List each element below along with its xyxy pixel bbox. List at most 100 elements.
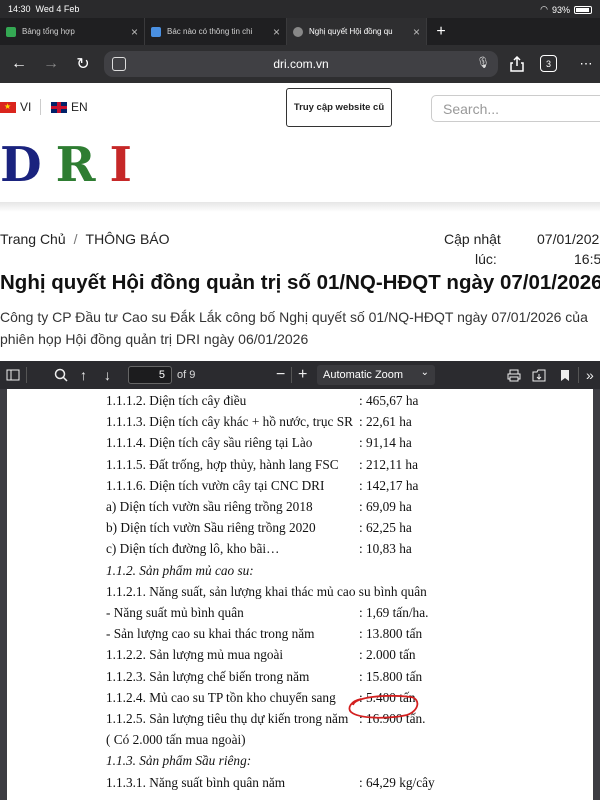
pdf-line-value: : 62,25 ha: [359, 520, 412, 536]
battery-icon: [574, 5, 592, 14]
print-icon[interactable]: [507, 367, 521, 383]
search-input[interactable]: Search...: [431, 95, 600, 122]
zoom-select-value: Automatic Zoom: [323, 369, 404, 381]
pdf-line-value: : 13.800 tấn: [359, 626, 423, 642]
close-tab-icon[interactable]: ×: [273, 25, 280, 39]
back-arrow-icon[interactable]: ←: [8, 54, 30, 74]
old-website-button[interactable]: Truy cập website cũ: [286, 88, 392, 127]
pdf-toolbar-divider: [578, 367, 579, 383]
wifi-icon: ◠: [540, 4, 548, 14]
pdf-line-value: : 91,14 ha: [359, 435, 412, 451]
site-settings-icon[interactable]: [112, 57, 126, 71]
zoom-select[interactable]: Automatic Zoom ⌄: [317, 365, 435, 385]
pdf-line-label: 1.1.2. Sản phẩm mủ cao su:: [106, 562, 254, 578]
article-summary: Công ty CP Đầu tư Cao su Đắk Lắk công bố…: [0, 309, 588, 347]
tab-count-button[interactable]: 3: [540, 55, 557, 72]
pdf-line-label: - Sản lượng cao su khai thác trong năm: [106, 626, 315, 642]
handwritten-circle-annotation: [348, 694, 419, 719]
page-count: of 9: [177, 369, 196, 381]
uk-flag-icon: [51, 101, 67, 113]
tab-label: Nghị quyết Hội đồng qu: [309, 27, 393, 36]
pdf-line-label: b) Diện tích vườn Sầu riêng trồng 2020: [106, 520, 316, 536]
logo-letter-i: I: [109, 137, 146, 193]
previous-page-icon[interactable]: ↑: [80, 367, 87, 383]
breadcrumb-current[interactable]: THÔNG BÁO: [86, 231, 170, 247]
vietnam-flag-icon: [0, 101, 16, 113]
pdf-line-label: 1.1.3. Sản phẩm Sầu riêng:: [106, 753, 252, 769]
save-icon[interactable]: [532, 367, 546, 383]
tab-favicon-icon: [6, 26, 16, 37]
status-time: 14:30 Wed 4 Feb: [8, 4, 80, 14]
lang-en[interactable]: EN: [51, 100, 88, 114]
pdf-line-label: ( Có 2.000 tấn mua ngoài): [106, 732, 246, 748]
pdf-line-label: 1.1.1.2. Diện tích cây điều: [106, 393, 247, 408]
pdf-line-value: : 10,83 ha: [359, 541, 412, 557]
share-icon[interactable]: [506, 54, 528, 74]
pdf-line-value: : 142,17 ha: [359, 477, 419, 493]
tab-favicon-icon: [151, 26, 161, 37]
browser-tab[interactable]: Bác nào có thông tin chi ×: [145, 18, 287, 45]
pdf-line-label: 1.1.2.5. Sản lượng tiêu thụ dự kiến tron…: [106, 711, 349, 726]
article-title: Nghị quyết Hội đồng quản trị số 01/NQ-HĐ…: [0, 271, 600, 294]
pdf-line-label: 1.1.1.3. Diện tích cây khác + hồ nước, t…: [106, 414, 353, 430]
pdf-line-value: : 465,67 ha: [359, 393, 419, 408]
pdf-line-label: - Năng suất mủ bình quân: [106, 605, 244, 620]
more-menu-icon[interactable]: ⋯: [575, 54, 597, 74]
find-search-icon[interactable]: [54, 367, 68, 383]
pdf-toolbar: ↑ ↓ of 9 − + Automatic Zoom ⌄ »: [0, 361, 600, 389]
pdf-line-value: : 69,09 ha: [359, 499, 412, 514]
new-tab-button[interactable]: +: [427, 18, 455, 45]
updated-value: 07/01/202: [537, 231, 600, 247]
breadcrumb-home[interactable]: Trang Chủ: [0, 231, 66, 247]
tab-label: Bảng tổng hợp: [22, 27, 75, 36]
forward-arrow-icon[interactable]: →: [40, 54, 62, 74]
close-tab-icon[interactable]: ×: [131, 25, 138, 39]
reload-icon[interactable]: ↻: [72, 54, 94, 74]
lang-divider: [40, 99, 41, 115]
lang-vi[interactable]: VI: [0, 100, 31, 114]
pdf-line-value: : 22,61 ha: [359, 414, 412, 430]
battery-percent: 93%: [551, 4, 570, 15]
browser-toolbar: ← → ↻ dri.com.vn 🎙 3 ⋯: [0, 45, 600, 83]
zoom-out-icon[interactable]: −: [276, 366, 285, 383]
pdf-line-label: 1.1.2.2. Sản lượng mủ mua ngoài: [106, 647, 284, 663]
url-text: dri.com.vn: [273, 57, 329, 71]
pdf-line-label: 1.1.1.5. Đất trống, hợp thủy, hành lang …: [106, 456, 339, 472]
chevron-down-icon: ⌄: [420, 367, 429, 378]
next-page-icon[interactable]: ↓: [104, 367, 111, 383]
breadcrumb-separator: /: [73, 231, 78, 247]
breadcrumb: Trang Chủ / THÔNG BÁO: [0, 231, 170, 247]
pdf-viewer[interactable]: : 64,29 kg/cây 1.1.3.1. Năng suất bình qu…: [0, 389, 600, 800]
tab-label: Bác nào có thông tin chi: [167, 27, 253, 36]
pdf-line-value: : 1,69 tấn/ha.: [359, 605, 429, 620]
pdf-line-label: 1.1.2.3. Sản lượng chế biến trong năm: [106, 668, 310, 684]
pdf-line-value: : 64,29 kg/cây: [359, 774, 435, 790]
pdf-line-value: : 212,11 ha: [359, 456, 418, 472]
browser-tab-active[interactable]: Nghị quyết Hội đồng qu ×: [287, 18, 427, 45]
microphone-icon[interactable]: 🎙: [476, 56, 490, 69]
status-right: ◠ 93%: [540, 4, 592, 15]
logo-letter-d: D: [0, 137, 56, 193]
tab-favicon-icon: [293, 26, 303, 37]
browser-tab[interactable]: Bảng tổng hợp ×: [0, 18, 145, 45]
lang-vi-label: VI: [20, 100, 32, 114]
tab-bar: Bảng tổng hợp × Bác nào có thông tin chi…: [0, 18, 600, 45]
dri-logo[interactable]: DRI: [0, 140, 146, 190]
pdf-line-label: 1.1.2.1. Năng suất, sản lượng khai thác …: [106, 583, 427, 599]
close-tab-icon[interactable]: ×: [413, 25, 420, 39]
pdf-line-label: 1.1.1.4. Diện tích cây sầu riêng tại Lào: [106, 435, 313, 451]
time-value: 16:5: [574, 251, 600, 267]
sidebar-toggle-icon[interactable]: [6, 367, 20, 383]
updated-label: Cập nhật: [444, 231, 501, 247]
tools-menu-icon[interactable]: »: [586, 367, 594, 383]
header-divider: [0, 202, 600, 212]
address-bar[interactable]: dri.com.vn 🎙: [104, 51, 498, 77]
zoom-in-icon[interactable]: +: [298, 366, 307, 383]
time-label: lúc:: [475, 251, 497, 267]
pdf-line-label: a) Diện tích vườn sầu riêng trồng 2018: [106, 499, 313, 514]
pdf-toolbar-divider: [291, 367, 292, 383]
page-number-input[interactable]: [128, 366, 172, 384]
pdf-line-label: 1.1.2.4. Mủ cao su TP tồn kho chuyển san…: [106, 689, 336, 705]
pdf-page: : 64,29 kg/cây 1.1.3.1. Năng suất bình qu…: [7, 389, 593, 800]
bookmark-icon[interactable]: [560, 367, 570, 383]
